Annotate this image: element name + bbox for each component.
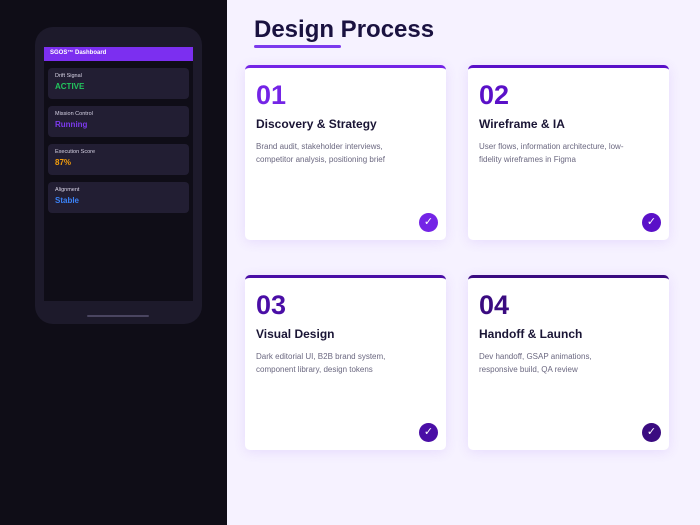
step-description: Dev handoff, GSAP animations, responsive… — [479, 352, 592, 374]
stat-label: Mission Control — [55, 111, 93, 117]
stat-value: Stable — [55, 196, 80, 205]
process-card: 03 Visual Design Dark editorial UI, B2B br… — [245, 275, 446, 450]
step-description: Dark editorial UI, B2B brand system, com… — [256, 352, 386, 374]
check-icon: ✓ — [419, 213, 438, 232]
check-icon: ✓ — [642, 213, 661, 232]
stat-label: Drift Signal — [55, 73, 82, 79]
title-underline — [254, 45, 341, 48]
step-title: Wireframe & IA — [479, 117, 565, 131]
step-number: 01 — [256, 80, 287, 110]
left-panel: SGOS™ Dashboard Drift Signal ACTIVE Missio… — [0, 0, 227, 525]
process-card: 04 Handoff & Launch Dev handoff, GSAP anim… — [468, 275, 669, 450]
stat-card: Alignment Stable — [48, 182, 189, 213]
stat-value: Running — [55, 120, 88, 129]
stat-card: Drift Signal ACTIVE — [48, 68, 189, 99]
step-number: 02 — [479, 80, 510, 110]
stat-label: Alignment — [55, 187, 80, 193]
stat-card: Execution Score 87% — [48, 144, 189, 175]
step-number: 04 — [479, 290, 510, 320]
phone-mockup: SGOS™ Dashboard Drift Signal ACTIVE Missio… — [35, 27, 202, 324]
process-card: 02 Wireframe & IA User flows, information … — [468, 65, 669, 240]
step-title: Discovery & Strategy — [256, 117, 377, 131]
stat-value: 87% — [55, 158, 72, 167]
stat-card: Mission Control Running — [48, 106, 189, 137]
check-icon: ✓ — [642, 423, 661, 442]
step-description: User flows, information architecture, lo… — [479, 142, 624, 164]
step-title: Visual Design — [256, 327, 335, 341]
dashboard-title: SGOS™ Dashboard — [44, 47, 193, 61]
step-description: Brand audit, stakeholder interviews, com… — [256, 142, 385, 164]
check-icon: ✓ — [419, 423, 438, 442]
home-indicator — [87, 315, 149, 317]
process-card: 01 Discovery & Strategy Brand audit, stake… — [245, 65, 446, 240]
phone-screen: SGOS™ Dashboard Drift Signal ACTIVE Missio… — [44, 47, 193, 301]
stat-value: ACTIVE — [55, 82, 85, 91]
step-number: 03 — [256, 290, 287, 320]
stat-label: Execution Score — [55, 149, 96, 155]
step-title: Handoff & Launch — [479, 327, 583, 341]
page-title: Design Process — [254, 16, 435, 43]
